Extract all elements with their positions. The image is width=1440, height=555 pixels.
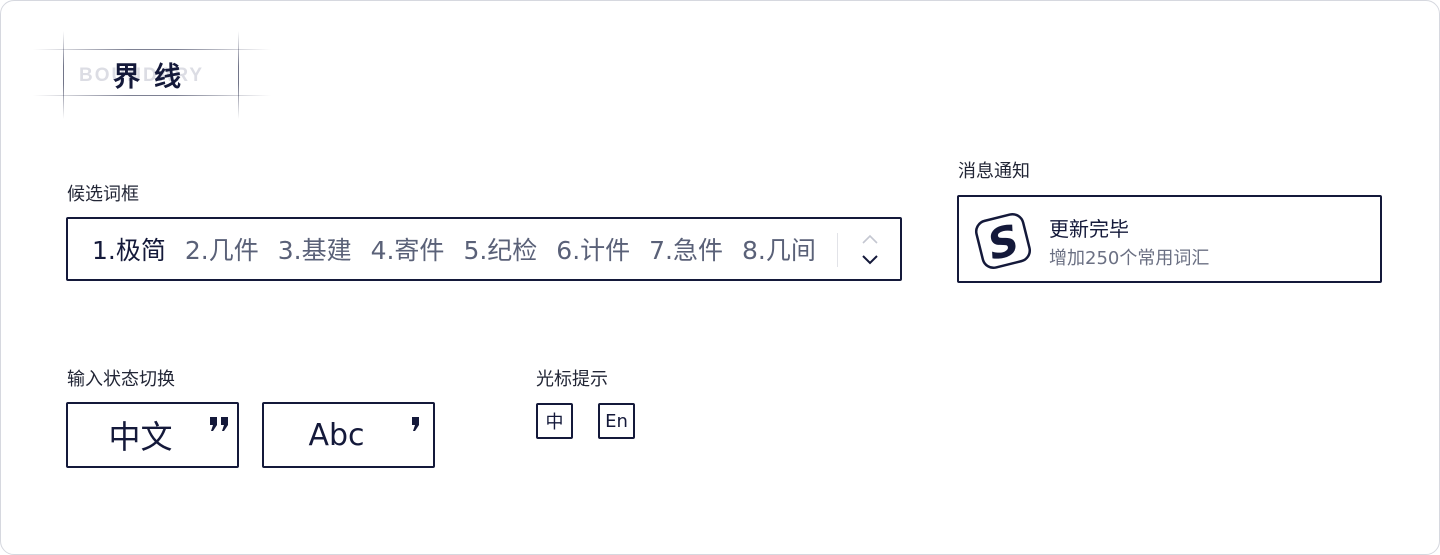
input-mode-label: 输入状态切换 xyxy=(67,369,175,390)
cursor-hint-chinese: 中 xyxy=(536,403,573,439)
candidate-item-5[interactable]: 5.纪检 xyxy=(463,231,537,267)
pager-divider xyxy=(837,233,838,267)
candidate-bar: 1.极简 2.几件 3.基建 4.寄件 5.纪检 6.计件 7.急件 8.几间 xyxy=(66,217,902,281)
chevron-down-icon[interactable] xyxy=(858,251,882,271)
brand-frame-line xyxy=(33,49,271,50)
component-card: BOUNDARY 界线 候选词框 1.极简 2.几件 3.基建 4.寄件 5.纪… xyxy=(0,0,1440,555)
cursor-hint-english: En xyxy=(598,403,635,439)
notification-toast[interactable]: S 更新完毕 增加250个常用词汇 xyxy=(957,195,1382,283)
candidate-item-6[interactable]: 6.计件 xyxy=(556,231,630,267)
sogou-logo-icon: S xyxy=(973,211,1033,271)
candidate-item-3[interactable]: 3.基建 xyxy=(278,231,352,267)
candidate-pager xyxy=(858,229,882,271)
mode-english-text: Abc xyxy=(308,417,365,453)
mode-english-button[interactable]: Abc xyxy=(262,402,435,468)
candidate-item-1[interactable]: 1.极简 xyxy=(92,231,166,267)
candidate-list: 1.极简 2.几件 3.基建 4.寄件 5.纪检 6.计件 7.急件 8.几间 xyxy=(92,219,835,279)
notification-message: 增加250个常用词汇 xyxy=(1049,248,1210,269)
english-quote-icon xyxy=(412,417,419,431)
brand-title: 界线 xyxy=(113,62,195,93)
candidate-box-label: 候选词框 xyxy=(67,184,139,205)
notification-title: 更新完毕 xyxy=(1049,217,1129,241)
cursor-hint-label: 光标提示 xyxy=(536,369,608,390)
chevron-up-icon[interactable] xyxy=(858,229,882,249)
candidate-item-7[interactable]: 7.急件 xyxy=(649,231,723,267)
brand-frame-line xyxy=(33,95,271,96)
chinese-quote-icon xyxy=(210,417,228,431)
notification-label: 消息通知 xyxy=(958,161,1030,182)
mode-chinese-text: 中文 xyxy=(108,418,173,456)
brand-badge: BOUNDARY 界线 xyxy=(33,31,273,121)
brand-frame-line xyxy=(238,31,239,119)
candidate-item-4[interactable]: 4.寄件 xyxy=(371,231,445,267)
brand-frame-line xyxy=(63,31,64,119)
candidate-item-8[interactable]: 8.几间 xyxy=(742,231,816,267)
candidate-item-2[interactable]: 2.几件 xyxy=(185,231,259,267)
mode-chinese-button[interactable]: 中文 xyxy=(66,402,239,468)
